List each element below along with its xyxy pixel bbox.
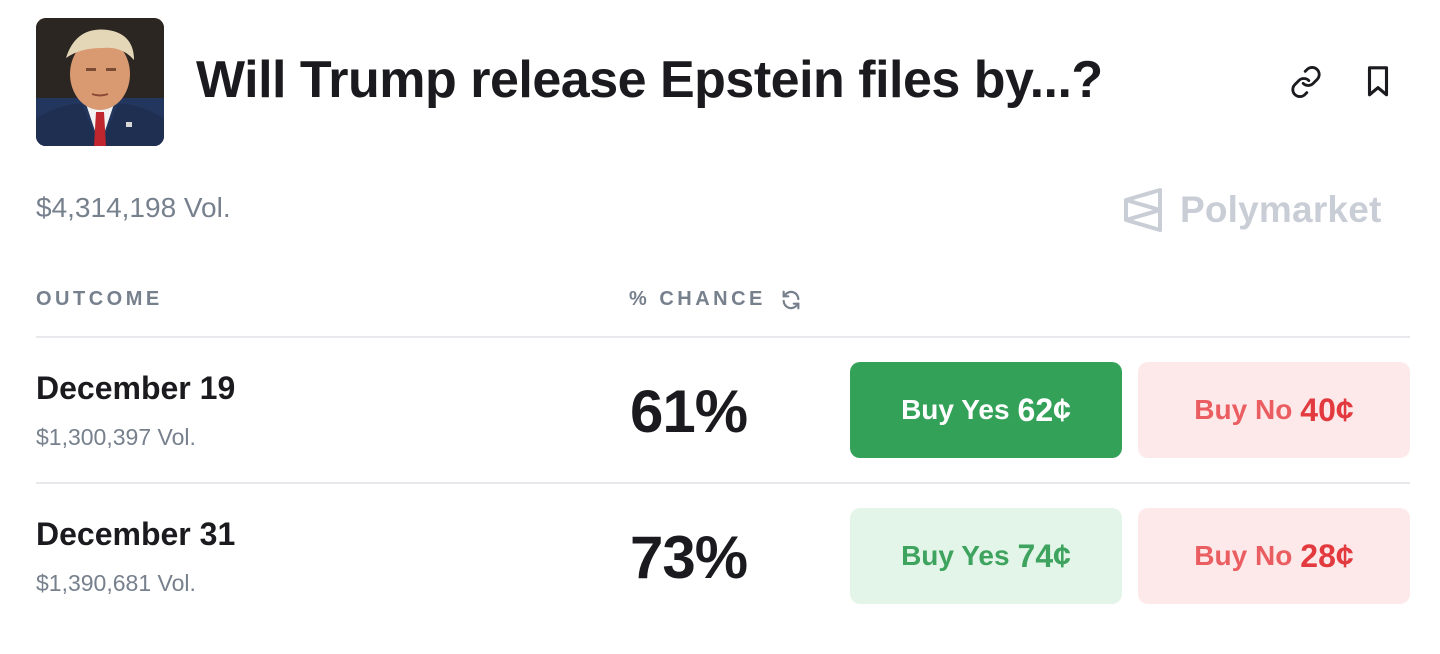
copy-link-button[interactable] xyxy=(1286,62,1326,102)
outcome-chance: 73% xyxy=(630,524,748,591)
link-icon xyxy=(1291,66,1321,98)
chance-column-header: % CHANCE xyxy=(629,288,802,311)
buy-no-button[interactable]: Buy No 28¢ xyxy=(1138,508,1410,604)
buy-no-button[interactable]: Buy No 40¢ xyxy=(1138,362,1410,458)
buy-yes-price: 62¢ xyxy=(1017,391,1071,428)
row-divider xyxy=(36,482,1410,484)
buy-no-price: 40¢ xyxy=(1300,391,1354,428)
outcome-column-header: OUTCOME xyxy=(36,288,163,310)
outcome-chance: 61% xyxy=(630,378,748,445)
buy-yes-label: Buy Yes xyxy=(901,540,1010,571)
buy-no-label: Buy No xyxy=(1194,540,1293,571)
chance-header-label: % CHANCE xyxy=(629,288,766,310)
polymarket-brand: Polymarket xyxy=(1122,186,1382,234)
outcome-row: December 31 $1,390,681 Vol. 73% Buy Yes … xyxy=(36,508,1410,604)
buy-no-label: Buy No xyxy=(1194,394,1293,425)
buy-yes-price: 74¢ xyxy=(1017,537,1071,574)
outcome-label: December 31 xyxy=(36,516,236,552)
outcome-row: December 19 $1,300,397 Vol. 61% Buy Yes … xyxy=(36,362,1410,458)
brand-name: Polymarket xyxy=(1180,189,1382,230)
refresh-icon[interactable] xyxy=(780,289,802,311)
outcome-label: December 19 xyxy=(36,370,236,406)
outcome-volume: $1,300,397 Vol. xyxy=(36,424,196,450)
portrait-icon xyxy=(36,18,164,146)
buy-no-price: 28¢ xyxy=(1300,537,1354,574)
buy-yes-button[interactable]: Buy Yes 74¢ xyxy=(850,508,1122,604)
bookmark-button[interactable] xyxy=(1358,62,1398,102)
outcome-volume: $1,390,681 Vol. xyxy=(36,570,196,596)
polymarket-logo-icon xyxy=(1124,188,1162,232)
buy-yes-label: Buy Yes xyxy=(901,394,1010,425)
total-volume: $4,314,198 Vol. xyxy=(36,192,231,223)
header-divider xyxy=(36,336,1410,338)
market-title: Will Trump release Epstein files by...? xyxy=(196,51,1103,109)
market-image xyxy=(36,18,164,146)
buy-yes-button[interactable]: Buy Yes 62¢ xyxy=(850,362,1122,458)
bookmark-icon xyxy=(1367,66,1389,97)
